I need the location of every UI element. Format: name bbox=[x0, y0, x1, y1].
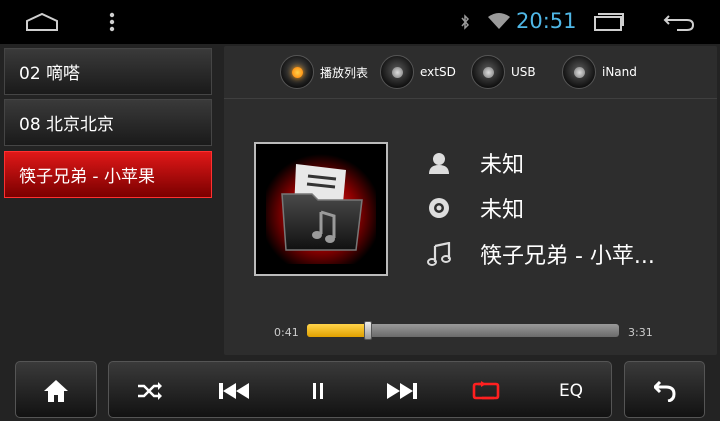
playlist-item[interactable]: 02 嘀嗒 bbox=[4, 48, 212, 95]
source-label: 播放列表 bbox=[320, 65, 369, 80]
clock: 20:51 bbox=[516, 9, 577, 33]
bluetooth-icon bbox=[458, 12, 472, 32]
progress-slider[interactable] bbox=[307, 321, 619, 340]
back-icon[interactable] bbox=[662, 10, 696, 34]
playlist-item[interactable]: 08 北京北京 bbox=[4, 99, 212, 146]
album-text: 未知 bbox=[480, 198, 525, 223]
source-label: iNand bbox=[602, 65, 637, 79]
disc-icon bbox=[424, 193, 454, 223]
album-art bbox=[254, 142, 388, 276]
source-playlist[interactable]: 播放列表 bbox=[280, 55, 368, 89]
progress-thumb[interactable] bbox=[363, 321, 372, 340]
source-selector: 播放列表 extSD USB iNand bbox=[224, 46, 717, 99]
artist-text: 未知 bbox=[480, 153, 525, 178]
title-text: 筷子兄弟 - 小苹... bbox=[480, 244, 655, 269]
wifi-icon bbox=[487, 11, 511, 31]
artist-row: 未知 bbox=[424, 148, 524, 178]
repeat-icon[interactable] bbox=[465, 362, 507, 419]
source-extsd[interactable]: extSD bbox=[380, 55, 456, 89]
previous-icon[interactable] bbox=[213, 362, 255, 419]
pause-icon[interactable] bbox=[297, 362, 339, 419]
music-folder-icon bbox=[266, 154, 376, 264]
home-icon bbox=[16, 362, 96, 419]
duration-time: 3:31 bbox=[628, 326, 653, 339]
recent-apps-icon[interactable] bbox=[592, 10, 626, 34]
player-panel: 播放列表 extSD USB iNand 未知 未知 筷子兄弟 - 小苹... … bbox=[224, 46, 717, 355]
progress-fill bbox=[307, 324, 368, 337]
overflow-menu-icon[interactable] bbox=[104, 10, 120, 34]
music-note-icon bbox=[424, 239, 454, 269]
transport-bar: EQ bbox=[108, 361, 612, 418]
radio-knob-icon bbox=[562, 55, 596, 89]
elapsed-time: 0:41 bbox=[274, 326, 299, 339]
title-row: 筷子兄弟 - 小苹... bbox=[424, 239, 655, 269]
home-outline-icon[interactable] bbox=[24, 10, 60, 34]
radio-knob-icon bbox=[471, 55, 505, 89]
playlist-item-active[interactable]: 筷子兄弟 - 小苹果 bbox=[4, 151, 212, 198]
shuffle-icon[interactable] bbox=[129, 362, 171, 419]
album-row: 未知 bbox=[424, 193, 524, 223]
source-label: USB bbox=[511, 65, 536, 79]
status-bar: 20:51 bbox=[0, 0, 720, 44]
back-button[interactable] bbox=[624, 361, 705, 418]
eq-button[interactable]: EQ bbox=[549, 362, 593, 419]
next-icon[interactable] bbox=[381, 362, 423, 419]
source-label: extSD bbox=[420, 65, 456, 79]
person-icon bbox=[424, 148, 454, 178]
home-button[interactable] bbox=[15, 361, 97, 418]
radio-knob-icon bbox=[280, 55, 314, 89]
back-arrow-icon bbox=[625, 362, 704, 419]
source-inand[interactable]: iNand bbox=[562, 55, 637, 89]
radio-knob-icon bbox=[380, 55, 414, 89]
source-usb[interactable]: USB bbox=[471, 55, 536, 89]
